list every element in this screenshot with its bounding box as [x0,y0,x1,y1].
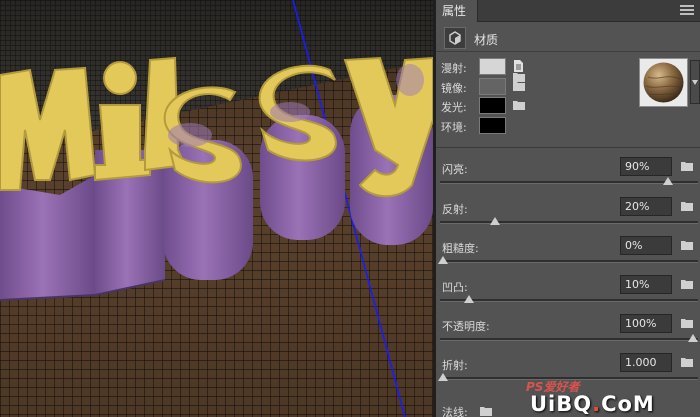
bump-input[interactable]: 10% [620,275,672,294]
refraction-input[interactable]: 1.000 [620,353,672,372]
property-opacity: 不透明度: 100% [436,314,700,358]
texture-label: 镜像: [441,82,467,95]
texture-label: 漫射: [441,62,467,75]
texture-document-icon[interactable] [513,60,523,72]
opacity-slider-track[interactable] [440,338,698,341]
diffuse-color-swatch[interactable] [479,58,506,75]
tab-properties[interactable]: 属性 [436,0,478,22]
watermark-part: UiBQ [530,392,593,416]
watermark-part: CoM [601,392,655,416]
property-label: 粗糙度: [442,242,479,255]
property-bump: 凹凸: 10% [436,275,700,319]
folder-icon[interactable] [681,279,693,289]
reflection-input[interactable]: 20% [620,197,672,216]
folder-icon[interactable] [681,201,693,211]
reflection-slider-thumb[interactable] [490,217,500,225]
shine-input[interactable]: 90% [620,157,672,176]
material-label: 材质 [474,33,499,47]
ambient-color-swatch[interactable] [479,117,506,134]
reflection-slider-track[interactable] [440,221,698,224]
folder-icon[interactable] [513,81,525,91]
folder-icon[interactable] [681,357,693,367]
roughness-slider-thumb[interactable] [438,256,448,264]
watermark-dot: . [592,392,602,416]
3d-text-model[interactable] [0,0,433,417]
3d-viewport[interactable] [0,0,433,417]
property-label: 折射: [442,359,468,372]
material-header: 材质 [436,24,700,52]
property-shine: 闪亮: 90% [436,157,700,201]
bump-slider-track[interactable] [440,299,698,302]
texture-label: 发光: [441,101,467,114]
bump-slider-thumb[interactable] [464,295,474,303]
panel-tab-bar: 属性 [436,0,700,22]
opacity-slider-thumb[interactable] [688,334,698,342]
material-icon[interactable] [444,27,466,49]
photoshop-3d-workspace: 属性 材质 漫射: 镜像: 发光: 环境: 闪亮: 90% 反射: 20% 粗糙… [0,0,700,417]
texture-label: 环境: [441,121,467,134]
folder-icon[interactable] [513,100,525,110]
illumination-color-swatch[interactable] [479,97,506,114]
divider [436,147,700,148]
folder-icon[interactable] [480,406,492,416]
property-label: 凹凸: [442,281,468,294]
watermark: PS爱好者 UiBQ.CoM [524,378,696,416]
specular-color-swatch[interactable] [479,78,506,95]
property-roughness: 粗糙度: 0% [436,236,700,280]
folder-icon[interactable] [681,161,693,171]
property-label: 法线: [442,406,468,417]
folder-icon[interactable] [681,240,693,250]
shine-slider-thumb[interactable] [663,177,673,185]
property-reflection: 反射: 20% [436,197,700,241]
property-label: 反射: [442,203,468,216]
material-preview-sphere[interactable] [639,58,688,107]
roughness-input[interactable]: 0% [620,236,672,255]
material-picker-dropdown[interactable] [690,60,700,104]
panel-menu-icon[interactable] [680,5,694,17]
folder-icon[interactable] [681,318,693,328]
property-label: 闪亮: [442,163,468,176]
refraction-slider-thumb[interactable] [438,373,448,381]
opacity-input[interactable]: 100% [620,314,672,333]
properties-panel: 属性 材质 漫射: 镜像: 发光: 环境: 闪亮: 90% 反射: 20% 粗糙… [433,0,700,417]
roughness-slider-track[interactable] [440,260,698,263]
shine-slider-track[interactable] [440,181,698,184]
property-label: 不透明度: [442,320,490,333]
watermark-line2: UiBQ.CoM [530,392,655,416]
